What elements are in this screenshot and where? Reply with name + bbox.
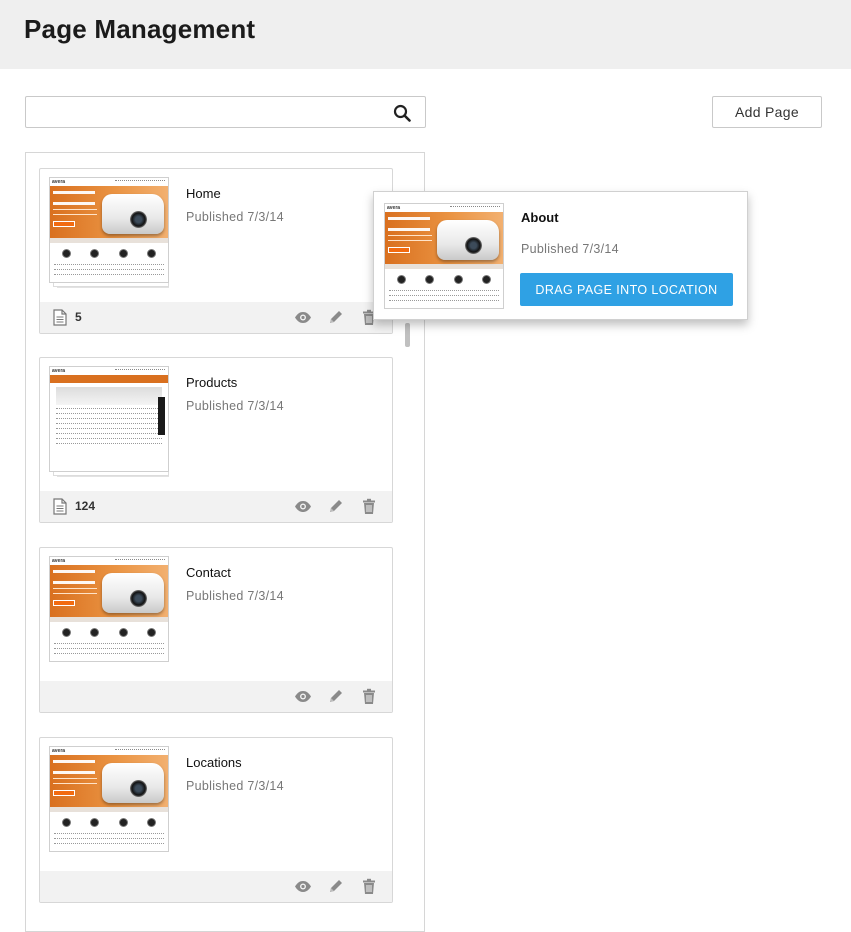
eye-icon[interactable]: [294, 498, 312, 515]
page-name[interactable]: Contact: [186, 565, 231, 580]
page-name[interactable]: Products: [186, 375, 237, 390]
thumbnail-logo: avera: [52, 179, 66, 185]
subpage-count: 124: [75, 499, 96, 513]
pencil-icon[interactable]: [327, 878, 345, 895]
subpage-count: 5: [75, 310, 82, 324]
eye-icon[interactable]: [294, 688, 312, 705]
add-page-button[interactable]: Add Page: [712, 96, 822, 128]
page-card-contact[interactable]: avera Contact Published 7/3/14: [39, 547, 393, 713]
page-published-date: Published 7/3/14: [186, 210, 284, 224]
list-scrollbar[interactable]: [405, 323, 410, 347]
trash-icon[interactable]: [360, 498, 378, 515]
popup-page-name: About: [521, 210, 559, 225]
popup-published-date: Published 7/3/14: [521, 242, 619, 256]
page-title: Page Management: [24, 14, 256, 44]
pencil-icon[interactable]: [327, 309, 345, 326]
thumbnail-logo: avera: [52, 558, 66, 564]
page-thumbnail: avera: [49, 556, 171, 666]
trash-icon[interactable]: [360, 878, 378, 895]
thumbnail-logo: avera: [52, 368, 66, 374]
thumbnail-logo: avera: [387, 205, 401, 211]
search-input[interactable]: [26, 97, 386, 127]
page-card-products[interactable]: avera Products Published 7/3/14 124: [39, 357, 393, 523]
card-footer: [40, 871, 392, 902]
search-box[interactable]: [25, 96, 426, 128]
page-card-home[interactable]: avera Home Published 7/3/14 5: [39, 168, 393, 334]
card-footer: 5: [40, 302, 392, 333]
card-footer: 124: [40, 491, 392, 522]
thumbnail-logo: avera: [52, 748, 66, 754]
page-name[interactable]: Home: [186, 186, 221, 201]
search-icon[interactable]: [393, 104, 411, 122]
page-name[interactable]: Locations: [186, 755, 242, 770]
page-published-date: Published 7/3/14: [186, 779, 284, 793]
page-thumbnail: avera: [49, 746, 171, 856]
trash-icon[interactable]: [360, 688, 378, 705]
page-thumbnail: avera: [49, 366, 171, 477]
pencil-icon[interactable]: [327, 498, 345, 515]
page-card-locations[interactable]: avera Locations Published 7/3/14: [39, 737, 393, 903]
page-thumbnail: avera: [49, 177, 171, 288]
page-list[interactable]: avera Home Published 7/3/14 5 avera Prod…: [25, 152, 425, 932]
eye-icon[interactable]: [294, 309, 312, 326]
page-header: Page Management: [0, 0, 851, 69]
drag-page-into-location-button[interactable]: DRAG PAGE INTO LOCATION: [520, 273, 733, 306]
page-published-date: Published 7/3/14: [186, 399, 284, 413]
card-footer: [40, 681, 392, 712]
page-published-date: Published 7/3/14: [186, 589, 284, 603]
document-icon: [53, 498, 67, 515]
pencil-icon[interactable]: [327, 688, 345, 705]
document-icon: [53, 309, 67, 326]
page-thumbnail: avera: [384, 203, 506, 311]
eye-icon[interactable]: [294, 878, 312, 895]
drag-page-popup[interactable]: avera About Published 7/3/14 DRAG PAGE I…: [373, 191, 748, 320]
